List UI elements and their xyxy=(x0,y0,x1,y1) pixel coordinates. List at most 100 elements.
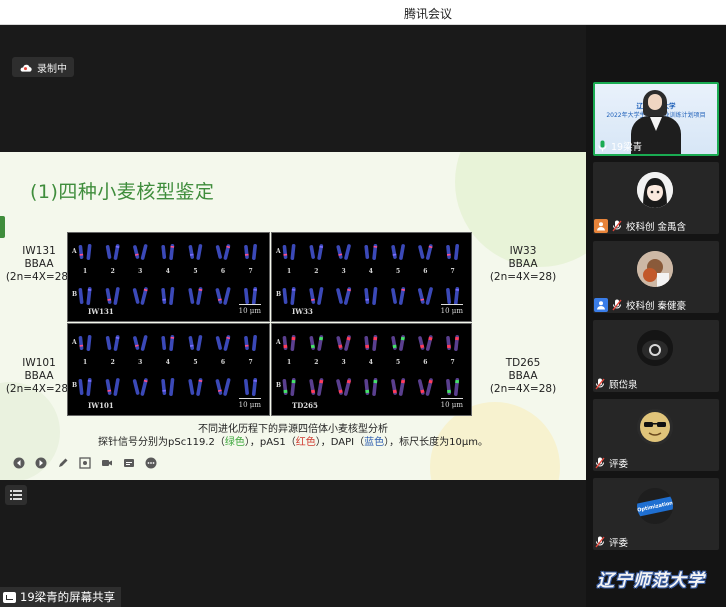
caption-text: ），标尺长度为10μm。 xyxy=(384,437,488,448)
scale-bar: 10 μm xyxy=(238,398,262,409)
more-icon[interactable] xyxy=(144,456,157,469)
chromosome xyxy=(282,379,288,395)
chromosome xyxy=(364,379,370,395)
chromosome xyxy=(252,335,257,351)
chromosome xyxy=(372,335,378,351)
chromosome xyxy=(169,287,175,305)
chromosome xyxy=(132,288,140,304)
slide-title: (1)四种小麦核型鉴定 xyxy=(30,181,215,203)
list-menu-icon xyxy=(10,490,22,500)
pen-icon[interactable] xyxy=(56,456,69,469)
chromosome xyxy=(161,245,167,259)
panel-name: IW101 xyxy=(88,401,114,410)
chromosome-number: 6 xyxy=(423,359,428,366)
chromosome-number: 3 xyxy=(341,359,346,366)
chromosome xyxy=(364,245,370,259)
chromosome xyxy=(223,287,231,305)
chromosome xyxy=(86,378,92,396)
participant-tile[interactable]: 顾岱泉 xyxy=(593,320,719,392)
chromosome xyxy=(344,244,351,260)
chromosome xyxy=(425,335,433,351)
label-line: (2n=4X=28) xyxy=(489,383,557,395)
university-watermark: 辽宁师范大学 xyxy=(597,571,705,591)
chromosome-number: 6 xyxy=(423,268,428,275)
chromosome xyxy=(417,379,425,395)
chromosome xyxy=(282,336,288,350)
mic-active-icon xyxy=(596,139,608,152)
label-line: BBAA xyxy=(24,258,54,270)
chromosome-number: 5 xyxy=(193,359,198,366)
chromosome-number: 7 xyxy=(450,268,455,275)
prev-slide-icon[interactable] xyxy=(12,456,25,469)
participant-tile[interactable]: 评委 xyxy=(593,399,719,471)
chromosome xyxy=(161,288,167,304)
caption-blue: 蓝色 xyxy=(364,437,385,448)
meeting-window: 腾讯会议 录制中 (1)四种小麦核型鉴定 IW131 BBAA (2n=4X=2… xyxy=(0,0,726,607)
chromosome xyxy=(78,288,84,304)
chromosome xyxy=(86,244,92,260)
side-handle[interactable] xyxy=(0,216,5,238)
chromosome xyxy=(391,379,397,395)
chromosome-number: 5 xyxy=(396,359,401,366)
menu-button[interactable] xyxy=(5,485,27,505)
row-label-a: A xyxy=(276,339,281,346)
chromosome xyxy=(336,288,343,304)
participant-tile[interactable]: Optimization 评委 xyxy=(593,478,719,550)
avatar: Optimization xyxy=(637,488,673,524)
participant-namebar: 校科创 秦健豪 xyxy=(593,296,690,313)
participant-name: 评委 xyxy=(609,537,629,549)
subtitles-icon[interactable] xyxy=(122,456,135,469)
mic-muted-icon xyxy=(594,456,606,469)
camera-icon[interactable] xyxy=(100,456,113,469)
chromosome xyxy=(399,335,405,351)
chromosome xyxy=(244,379,249,395)
chromosome xyxy=(372,244,378,260)
chromosome xyxy=(317,287,324,305)
chromosome-number: 7 xyxy=(248,359,253,366)
chromosome xyxy=(78,379,84,395)
chromosome xyxy=(364,288,370,304)
scale-bar: 10 μm xyxy=(238,304,262,315)
mic-muted-icon xyxy=(611,298,623,311)
chromosome xyxy=(317,244,324,260)
next-slide-icon[interactable] xyxy=(34,456,47,469)
chromosome xyxy=(417,288,425,304)
chromosome xyxy=(344,335,351,351)
shared-slide: (1)四种小麦核型鉴定 IW131 BBAA (2n=4X=28) IW33 B… xyxy=(0,152,586,480)
chromosome xyxy=(336,379,343,395)
participant-tile[interactable]: 校科创 金禹含 xyxy=(593,162,719,234)
chromosome xyxy=(86,287,92,305)
user-badge-icon xyxy=(594,297,608,312)
label-td265: TD265 BBAA (2n=4X=28) xyxy=(488,357,558,396)
label-line: BBAA xyxy=(24,370,54,382)
label-line: IW33 xyxy=(509,245,537,257)
chromosome xyxy=(372,378,378,396)
avatar xyxy=(637,172,673,208)
mic-muted-icon xyxy=(594,535,606,548)
chromosome xyxy=(169,335,175,351)
row-label-b: B xyxy=(276,382,282,389)
participant-namebar: 顾岱泉 xyxy=(593,375,642,392)
participant-name: 顾岱泉 xyxy=(609,379,638,391)
chromosome xyxy=(188,245,195,259)
chromosome-number: 5 xyxy=(396,268,401,275)
chromosome xyxy=(244,245,249,259)
caption-text: ），DAPI（ xyxy=(315,437,365,448)
row-label-b: B xyxy=(276,291,282,298)
participant-namebar: 19梁青 xyxy=(595,137,646,154)
chromosome-number: 4 xyxy=(368,359,373,366)
row-label-b: B xyxy=(72,291,78,298)
chromosome xyxy=(215,379,223,395)
chromosome xyxy=(196,244,203,260)
chromosome xyxy=(290,378,296,396)
chromosome xyxy=(196,335,203,351)
participant-tile[interactable]: 校科创 秦健豪 xyxy=(593,241,719,313)
panel-name: TD265 xyxy=(292,401,318,410)
participant-tile[interactable]: 辽宁师范大学 2022年大学生创新创业训练计划项目 19梁青 xyxy=(593,82,719,156)
chromosome xyxy=(105,379,112,395)
caption-green: 绿色 xyxy=(224,437,245,448)
zoom-icon[interactable] xyxy=(78,456,91,469)
recording-indicator[interactable]: 录制中 xyxy=(12,57,74,77)
chromosome xyxy=(309,379,316,395)
chromosome-number: 4 xyxy=(368,268,373,275)
